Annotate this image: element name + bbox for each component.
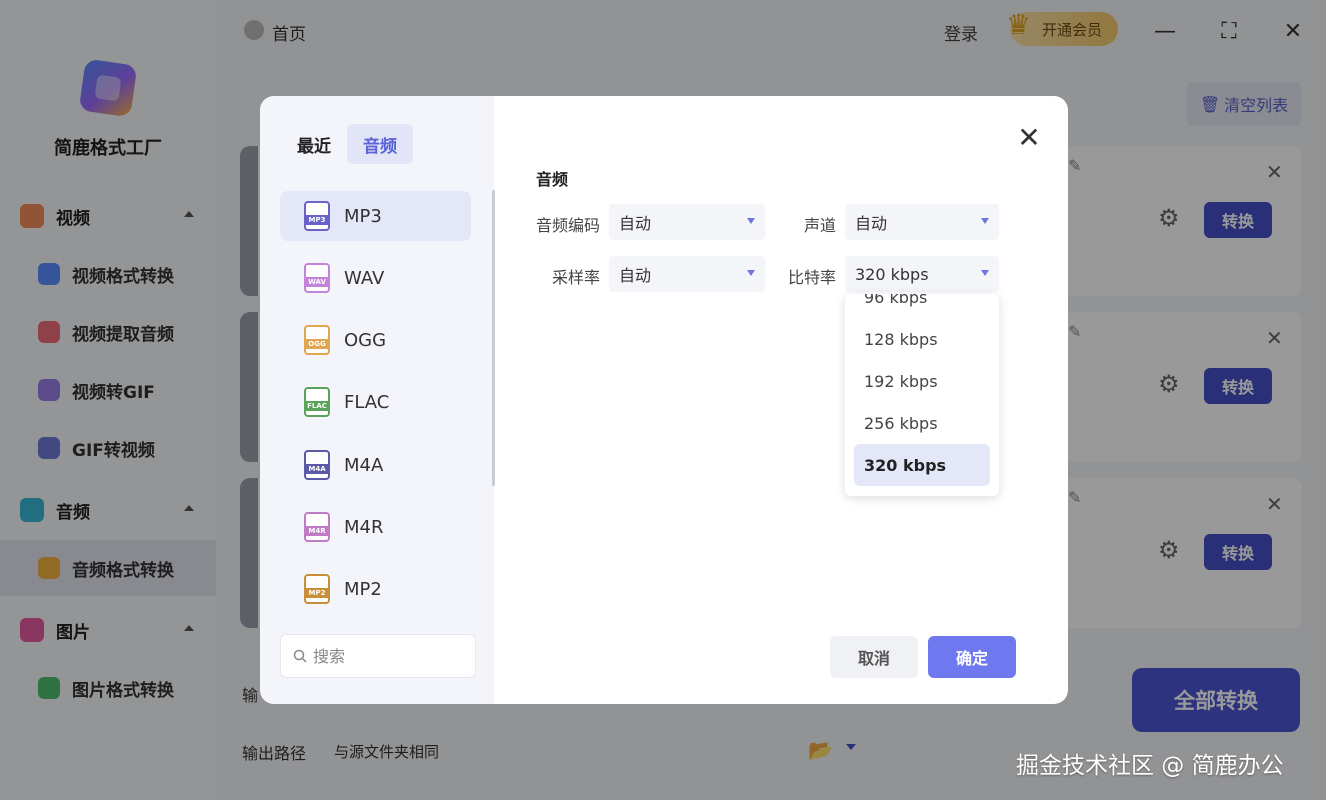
search-icon (293, 649, 307, 663)
wav-file-icon: WAV (304, 263, 330, 293)
cancel-button[interactable]: 取消 (830, 636, 918, 678)
chevron-down-icon (747, 218, 755, 224)
format-search-box[interactable] (280, 634, 476, 678)
bitrate-select[interactable]: 320 kbps (845, 256, 999, 292)
bitrate-option[interactable]: 192 kbps (854, 360, 990, 402)
format-item-flac[interactable]: FLAC FLAC (280, 377, 471, 427)
codec-label: 音频编码 (536, 216, 601, 235)
confirm-button[interactable]: 确定 (928, 636, 1016, 678)
bitrate-option[interactable]: 128 kbps (854, 318, 990, 360)
bitrate-option[interactable]: 96 kbps (854, 294, 990, 318)
mp3-file-icon: MP3 (304, 201, 330, 231)
format-item-m4r[interactable]: M4R M4R (280, 502, 471, 552)
tab-recent[interactable]: 最近 (286, 124, 342, 164)
bitrate-dropdown: 96 kbps 128 kbps 192 kbps 256 kbps 320 k… (845, 294, 999, 496)
format-list-scrollbar[interactable] (492, 190, 495, 486)
chevron-down-icon (981, 218, 989, 224)
channel-select[interactable]: 自动 (845, 204, 999, 240)
sample-rate-select[interactable]: 自动 (609, 256, 765, 292)
settings-section-title: 音频 (536, 170, 569, 189)
format-item-mp3[interactable]: MP3 MP3 (280, 191, 471, 241)
watermark: 掘金技术社区 @ 简鹿办公 (1016, 753, 1284, 779)
codec-select[interactable]: 自动 (609, 204, 765, 240)
chevron-down-icon (981, 270, 989, 276)
search-input[interactable] (313, 646, 463, 666)
format-settings-dialog: 最近 音频 MP3 MP3 WAV WAV OGG OGG FLAC FLAC … (260, 96, 1068, 704)
format-item-ogg[interactable]: OGG OGG (280, 315, 471, 365)
close-dialog-icon[interactable]: ✕ (1012, 120, 1046, 154)
flac-file-icon: FLAC (304, 387, 330, 417)
format-item-mp2[interactable]: MP2 MP2 (280, 564, 471, 614)
bitrate-option[interactable]: 256 kbps (854, 402, 990, 444)
format-item-m4a[interactable]: M4A M4A (280, 440, 471, 490)
m4r-file-icon: M4R (304, 512, 330, 542)
bitrate-label: 比特率 (787, 268, 836, 287)
sample-rate-label: 采样率 (551, 268, 600, 287)
ogg-file-icon: OGG (304, 325, 330, 355)
format-list-panel: 最近 音频 MP3 MP3 WAV WAV OGG OGG FLAC FLAC … (260, 96, 495, 704)
mp2-file-icon: MP2 (304, 574, 330, 604)
channel-label: 声道 (803, 216, 836, 235)
format-item-wav[interactable]: WAV WAV (280, 253, 471, 303)
chevron-down-icon (747, 270, 755, 276)
tab-audio[interactable]: 音频 (347, 124, 413, 164)
bitrate-option-selected[interactable]: 320 kbps (854, 444, 990, 486)
m4a-file-icon: M4A (304, 450, 330, 480)
